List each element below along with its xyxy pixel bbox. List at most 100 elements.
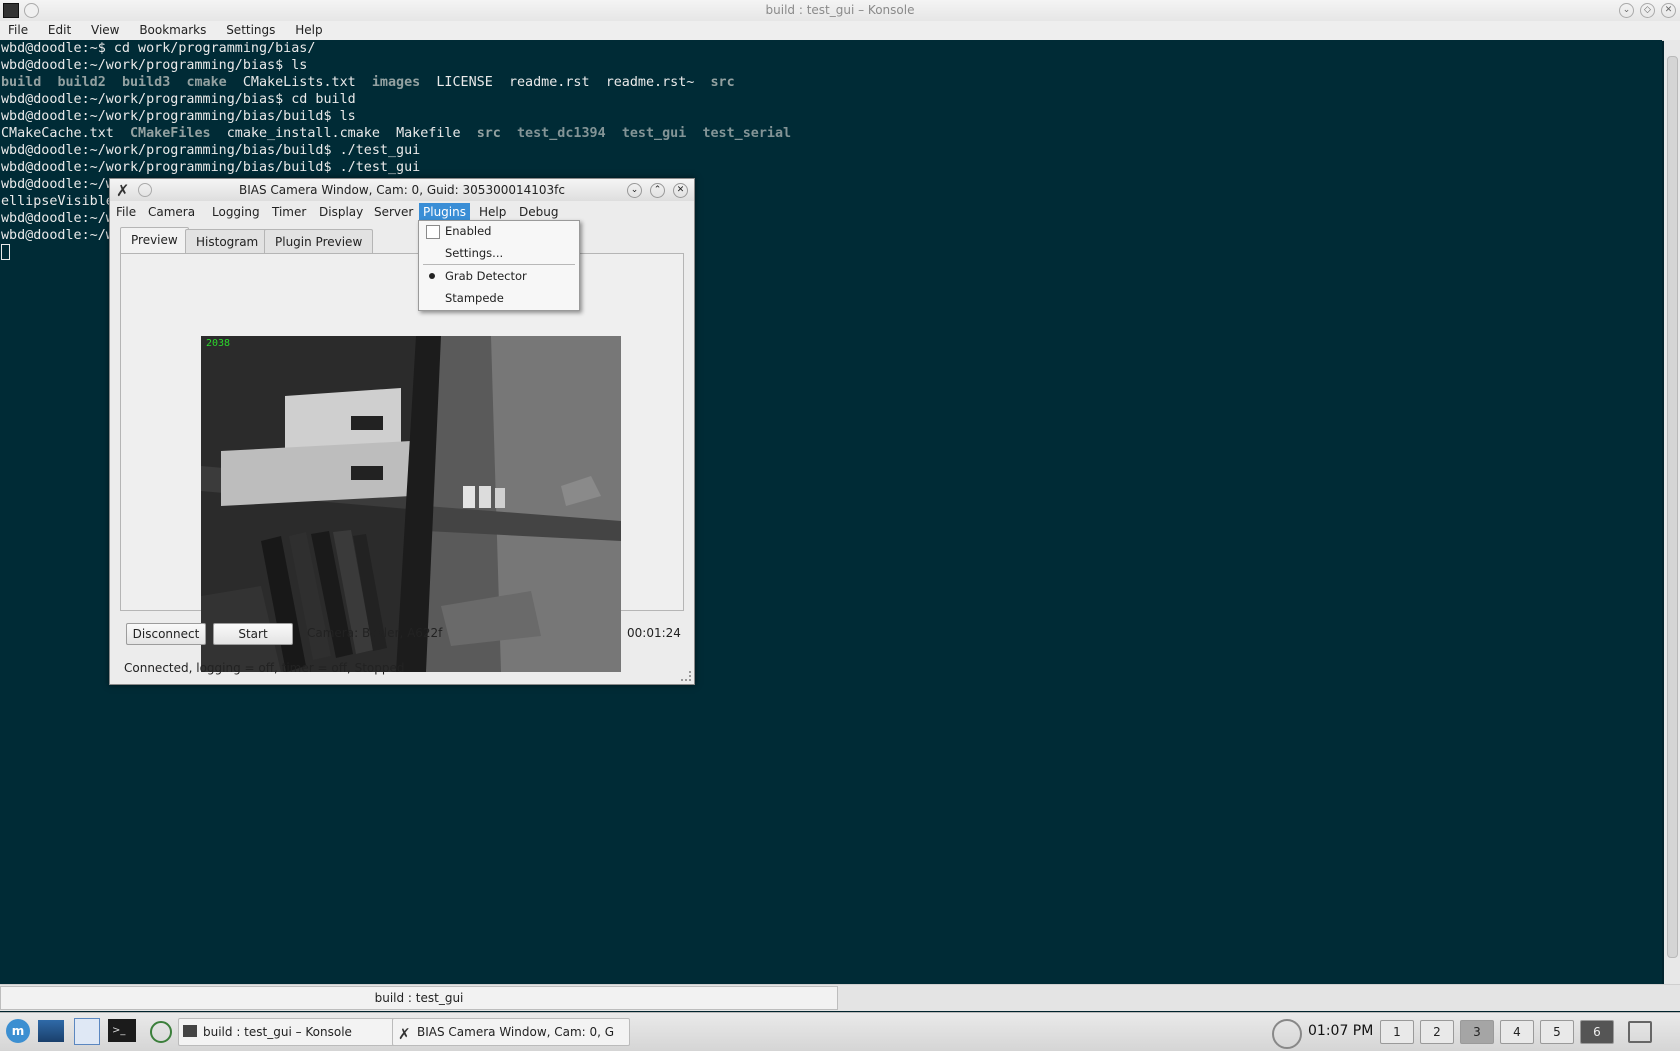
bias-menu-file[interactable]: File bbox=[112, 203, 140, 221]
tab-preview[interactable]: Preview bbox=[120, 227, 189, 255]
network-icon[interactable] bbox=[150, 1021, 172, 1043]
menu-view[interactable]: View bbox=[83, 21, 127, 40]
desktop-6[interactable]: 6 bbox=[1580, 1020, 1614, 1044]
konsole-menubar: File Edit View Bookmarks Settings Help bbox=[0, 21, 1680, 41]
status-bar-text: Connected, logging = off, timer = off, S… bbox=[124, 661, 405, 675]
ls-entry: build2 bbox=[57, 75, 106, 90]
desktop-3[interactable]: 3 bbox=[1460, 1020, 1494, 1044]
show-desktop-icon[interactable] bbox=[1628, 1021, 1652, 1043]
bias-menu-help[interactable]: Help bbox=[475, 203, 510, 221]
ls-entry: cmake bbox=[186, 75, 227, 90]
bias-menu-camera[interactable]: Camera bbox=[144, 203, 199, 221]
bias-menu-timer[interactable]: Timer bbox=[268, 203, 310, 221]
disconnect-button[interactable]: Disconnect bbox=[126, 623, 206, 645]
ls-entry: LICENSE bbox=[436, 75, 493, 90]
updates-icon[interactable] bbox=[1272, 1019, 1302, 1049]
bias-window-title: BIAS Camera Window, Cam: 0, Guid: 305300… bbox=[239, 183, 565, 197]
konsole-task-icon bbox=[183, 1025, 197, 1037]
ls-entry: images bbox=[371, 75, 421, 90]
minimize-icon[interactable]: ⌄ bbox=[627, 183, 642, 198]
preview-panel: 2038 bbox=[120, 253, 684, 672]
menu-item-enabled[interactable]: Enabled bbox=[445, 224, 491, 238]
terminal-line: wbd@doodle:~/work/programming/bias/build… bbox=[1, 160, 421, 175]
bias-menu-logging[interactable]: Logging bbox=[208, 203, 264, 221]
maximize-icon[interactable]: ◇ bbox=[1640, 3, 1655, 18]
desktop-5[interactable]: 5 bbox=[1540, 1020, 1574, 1044]
menu-settings[interactable]: Settings bbox=[218, 21, 283, 40]
menu-file[interactable]: File bbox=[0, 21, 36, 40]
ls-entry: CMakeFiles bbox=[130, 126, 211, 141]
pin-icon[interactable] bbox=[24, 3, 39, 18]
app-launcher-icon[interactable]: m bbox=[6, 1019, 30, 1043]
menu-item-stampede[interactable]: Stampede bbox=[445, 291, 504, 305]
bias-task-icon: ✗ bbox=[398, 1025, 411, 1043]
task-konsole-label: build : test_gui – Konsole bbox=[203, 1025, 352, 1039]
desktop-1[interactable]: 1 bbox=[1380, 1020, 1414, 1044]
ls-output-build: CMakeCache.txt CMakeFiles cmake_install.… bbox=[0, 125, 1662, 142]
task-konsole[interactable]: build : test_gui – Konsole bbox=[178, 1018, 410, 1046]
konsole-app-icon[interactable] bbox=[3, 3, 19, 18]
maximize-icon[interactable]: ⌃ bbox=[650, 183, 665, 198]
ls-entry: readme.rst~ bbox=[605, 75, 695, 90]
camera-preview-image: 2038 bbox=[201, 336, 621, 672]
menu-bookmarks[interactable]: Bookmarks bbox=[131, 21, 214, 40]
menu-edit[interactable]: Edit bbox=[40, 21, 79, 40]
bias-app-icon[interactable]: ✗ bbox=[116, 180, 129, 202]
ls-entry: src bbox=[476, 126, 501, 141]
ls-entry: build3 bbox=[121, 75, 171, 90]
ls-entry: test_gui bbox=[621, 126, 687, 141]
camera-info: Camera: Basler, A622f bbox=[307, 626, 443, 640]
pin-icon[interactable] bbox=[138, 183, 152, 197]
ls-entry: test_serial bbox=[702, 126, 792, 141]
bias-camera-window: ✗ BIAS Camera Window, Cam: 0, Guid: 3053… bbox=[109, 178, 695, 685]
plugins-dropdown-menu: Enabled Settings... Grab Detector Stampe… bbox=[418, 220, 580, 311]
scrollbar-thumb[interactable] bbox=[1667, 56, 1678, 958]
bias-menu-display[interactable]: Display bbox=[315, 203, 367, 221]
tab-histogram[interactable]: Histogram bbox=[185, 229, 270, 254]
close-icon[interactable]: ✕ bbox=[1661, 3, 1676, 18]
ls-entry: test_dc1394 bbox=[517, 126, 606, 141]
elapsed-time: 00:01:24 bbox=[627, 626, 681, 640]
menu-separator bbox=[423, 264, 575, 265]
ls-entry: build bbox=[1, 75, 42, 90]
ls-entry: cmake_install.cmake bbox=[226, 126, 380, 141]
bias-menu-server[interactable]: Server bbox=[370, 203, 417, 221]
menu-item-grab-detector[interactable]: Grab Detector bbox=[445, 269, 527, 283]
terminal-icon[interactable]: >_ bbox=[108, 1019, 136, 1042]
ls-entry: CMakeCache.txt bbox=[1, 126, 114, 141]
resize-grip-icon[interactable] bbox=[681, 671, 691, 681]
bias-title-bar: ✗ BIAS Camera Window, Cam: 0, Guid: 3053… bbox=[110, 179, 694, 201]
file-manager-icon[interactable] bbox=[74, 1018, 100, 1045]
bias-menu-debug[interactable]: Debug bbox=[515, 203, 562, 221]
close-icon[interactable]: ✕ bbox=[673, 183, 688, 198]
terminal-line: wbd@doodle:~/work/programming/bias$ cd b… bbox=[1, 92, 356, 107]
desktop-icon[interactable] bbox=[38, 1020, 64, 1042]
konsole-session-tab[interactable]: build : test_gui bbox=[0, 986, 838, 1010]
konsole-window-title: build : test_gui – Konsole bbox=[765, 3, 915, 17]
menu-item-settings[interactable]: Settings... bbox=[445, 246, 503, 260]
enabled-checkbox[interactable] bbox=[426, 225, 440, 239]
clock[interactable]: 01:07 PM bbox=[1308, 1019, 1373, 1043]
terminal-line: wbd@doodle:~/work/programming/bias/build… bbox=[1, 143, 421, 158]
start-button[interactable]: Start bbox=[213, 623, 293, 645]
terminal-line: wbd@doodle:~/work/programming/bias$ ls bbox=[1, 58, 308, 73]
terminal-scrollbar[interactable] bbox=[1664, 40, 1680, 984]
tab-plugin-preview[interactable]: Plugin Preview bbox=[264, 229, 374, 254]
camera-frame-graphic bbox=[201, 336, 621, 672]
konsole-title-bar: build : test_gui – Konsole ⌄ ◇ ✕ bbox=[0, 0, 1680, 21]
terminal-cursor bbox=[1, 244, 10, 260]
terminal-line: wbd@doodle:~$ cd work/programming/bias/ bbox=[1, 41, 316, 56]
ls-output-bias: build build2 build3 cmake CMakeLists.txt… bbox=[0, 74, 1662, 91]
bias-menubar: File Camera Logging Timer Display Server… bbox=[110, 201, 694, 223]
frame-counter: 2038 bbox=[206, 338, 231, 349]
session-tab-label: build : test_gui bbox=[374, 991, 464, 1005]
terminal-line: wbd@doodle:~/work/programming/bias/build… bbox=[1, 109, 356, 124]
taskbar: m >_ build : test_gui – Konsole ✗ BIAS Ca… bbox=[0, 1012, 1680, 1051]
task-bias[interactable]: ✗ BIAS Camera Window, Cam: 0, G bbox=[392, 1018, 630, 1046]
ls-entry: src bbox=[710, 75, 735, 90]
minimize-icon[interactable]: ⌄ bbox=[1619, 3, 1634, 18]
bias-menu-plugins[interactable]: Plugins bbox=[419, 203, 470, 221]
desktop-2[interactable]: 2 bbox=[1420, 1020, 1454, 1044]
desktop-4[interactable]: 4 bbox=[1500, 1020, 1534, 1044]
menu-help[interactable]: Help bbox=[287, 21, 330, 40]
